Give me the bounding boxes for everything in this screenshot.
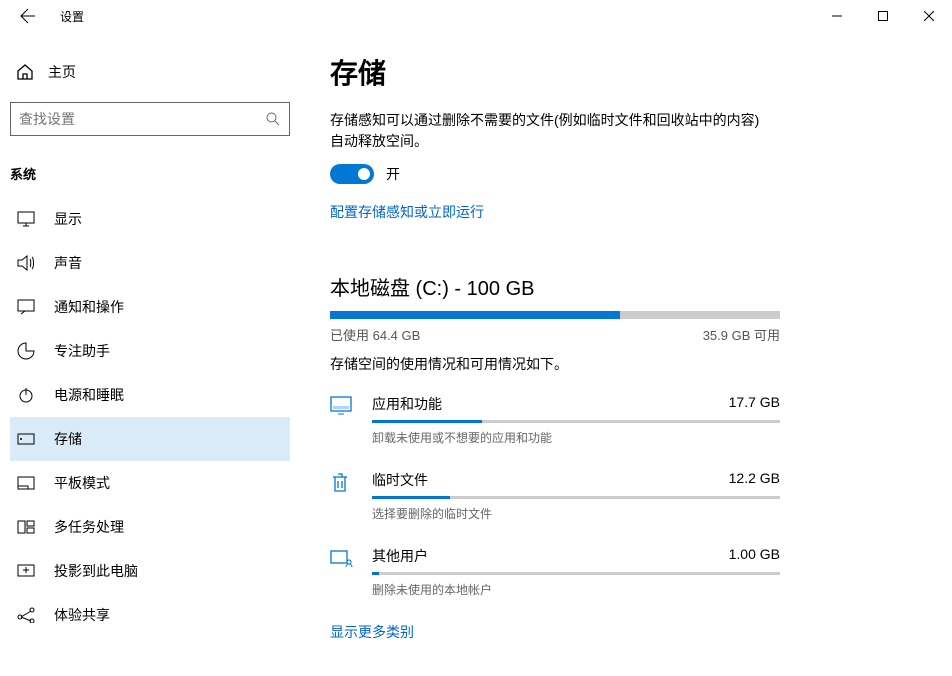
sidebar-item-shared[interactable]: 体验共享 — [10, 593, 290, 637]
cat-bar — [372, 572, 780, 575]
category-temp[interactable]: 临时文件 12.2 GB 选择要删除的临时文件 — [330, 470, 780, 522]
close-icon — [924, 11, 934, 21]
nav-label: 体验共享 — [54, 605, 110, 625]
cat-bar — [372, 420, 780, 423]
free-label: 35.9 GB 可用 — [703, 325, 780, 344]
nav-label: 电源和睡眠 — [54, 385, 124, 405]
cat-size: 17.7 GB — [729, 394, 780, 414]
window-title: 设置 — [48, 8, 84, 25]
arrow-left-icon — [20, 8, 36, 24]
minimize-button[interactable] — [814, 0, 860, 32]
sidebar-item-display[interactable]: 显示 — [10, 197, 290, 241]
nav-label: 投影到此电脑 — [54, 561, 138, 581]
configure-storage-sense-link[interactable]: 配置存储感知或立即运行 — [330, 202, 484, 222]
minimize-icon — [832, 11, 842, 21]
toggle-knob — [358, 168, 370, 180]
users-icon — [330, 546, 362, 598]
nav-label: 通知和操作 — [54, 297, 124, 317]
cat-hint: 删除未使用的本地帐户 — [372, 581, 780, 598]
power-icon — [16, 387, 36, 403]
search-icon — [265, 111, 281, 127]
page-title: 存储 — [330, 52, 912, 92]
maximize-button[interactable] — [860, 0, 906, 32]
cat-name: 临时文件 — [372, 470, 428, 490]
apps-icon — [330, 394, 362, 446]
section-header: 系统 — [10, 156, 290, 197]
sidebar-item-tablet[interactable]: 平板模式 — [10, 461, 290, 505]
shared-icon — [16, 607, 36, 623]
back-button[interactable] — [8, 0, 48, 32]
search-input[interactable] — [19, 111, 265, 127]
more-storage-settings-title: 更多存储设置 — [330, 672, 912, 676]
nav-label: 显示 — [54, 209, 82, 229]
cat-size: 1.00 GB — [729, 546, 780, 566]
home-nav[interactable]: 主页 — [10, 52, 290, 92]
sidebar-item-power[interactable]: 电源和睡眠 — [10, 373, 290, 417]
nav-label: 存储 — [54, 429, 82, 449]
cat-bar — [372, 496, 780, 499]
nav-label: 多任务处理 — [54, 517, 124, 537]
category-apps[interactable]: 应用和功能 17.7 GB 卸载未使用或不想要的应用和功能 — [330, 394, 780, 446]
sidebar-item-focus[interactable]: 专注助手 — [10, 329, 290, 373]
home-label: 主页 — [48, 62, 76, 82]
nav-label: 专注助手 — [54, 341, 110, 361]
show-more-categories-link[interactable]: 显示更多类别 — [330, 622, 414, 642]
sidebar-item-notifications[interactable]: 通知和操作 — [10, 285, 290, 329]
trash-icon — [330, 470, 362, 522]
home-icon — [16, 63, 34, 81]
usage-subdesc: 存储空间的使用情况和可用情况如下。 — [330, 354, 912, 374]
nav-label: 平板模式 — [54, 473, 110, 493]
used-label: 已使用 64.4 GB — [330, 325, 420, 344]
sidebar-item-storage[interactable]: 存储 — [10, 417, 290, 461]
sidebar-item-multitask[interactable]: 多任务处理 — [10, 505, 290, 549]
storage-sense-description: 存储感知可以通过删除不需要的文件(例如临时文件和回收站中的内容)自动释放空间。 — [330, 110, 760, 152]
sidebar-item-project[interactable]: 投影到此电脑 — [10, 549, 290, 593]
cat-hint: 选择要删除的临时文件 — [372, 505, 780, 522]
maximize-icon — [878, 11, 888, 21]
multitask-icon — [16, 520, 36, 534]
cat-name: 应用和功能 — [372, 394, 442, 414]
storage-icon — [16, 433, 36, 445]
disk-usage-fill — [330, 311, 620, 319]
sidebar-item-sound[interactable]: 声音 — [10, 241, 290, 285]
disk-usage-bar — [330, 311, 780, 319]
cat-size: 12.2 GB — [729, 470, 780, 490]
search-box[interactable] — [10, 102, 290, 136]
cat-hint: 卸载未使用或不想要的应用和功能 — [372, 429, 780, 446]
disk-title: 本地磁盘 (C:) - 100 GB — [330, 272, 912, 301]
project-icon — [16, 564, 36, 578]
toggle-label: 开 — [386, 164, 400, 184]
display-icon — [16, 211, 36, 227]
sound-icon — [16, 255, 36, 271]
tablet-icon — [16, 476, 36, 490]
storage-sense-toggle[interactable] — [330, 164, 374, 184]
focus-icon — [16, 342, 36, 360]
close-button[interactable] — [906, 0, 952, 32]
nav-label: 声音 — [54, 253, 82, 273]
category-users[interactable]: 其他用户 1.00 GB 删除未使用的本地帐户 — [330, 546, 780, 598]
notifications-icon — [16, 299, 36, 315]
cat-name: 其他用户 — [372, 546, 428, 566]
